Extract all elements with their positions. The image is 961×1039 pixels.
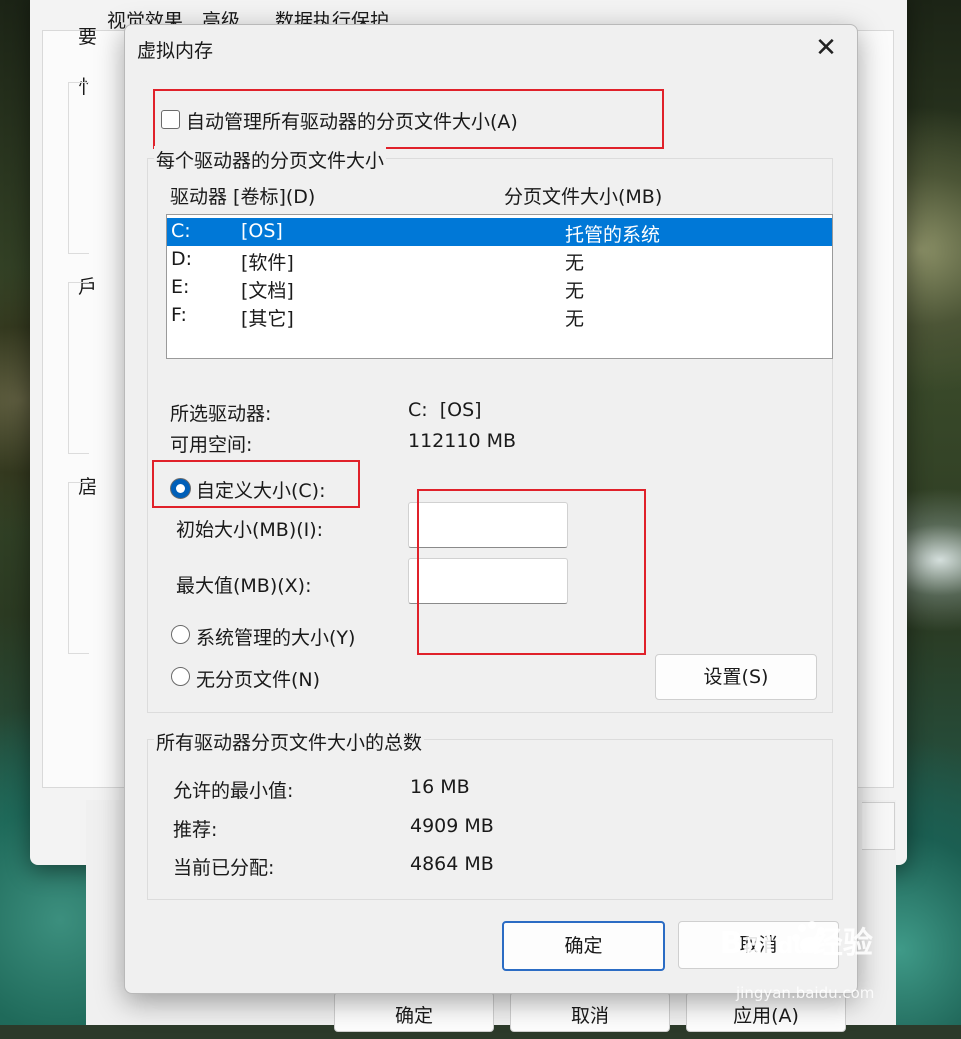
highlight-box — [152, 460, 360, 508]
highlight-box — [417, 489, 646, 655]
free-space-label: 可用空间: — [170, 434, 253, 456]
drive-size: 托管的系统 — [565, 224, 661, 246]
free-space-value: 112110 MB — [408, 430, 516, 452]
selected-drive-value: C: [OS] — [408, 399, 482, 421]
back-window-text-fragment: 要 — [78, 26, 98, 48]
system-managed-radio[interactable] — [171, 625, 190, 644]
drive-size: 无 — [565, 308, 585, 330]
drive-label: [其它] — [241, 308, 294, 330]
ok-button[interactable]: 确定 — [502, 921, 665, 971]
drive-label: [OS] — [241, 220, 283, 242]
drive-row-c[interactable]: C: [OS] 托管的系统 — [167, 218, 832, 246]
watermark-brand2: 经验 — [812, 926, 873, 961]
back-window-field-edge — [862, 802, 895, 850]
close-button[interactable]: ✕ — [806, 30, 846, 68]
highlight-box — [153, 89, 664, 149]
drive-column-header: 驱动器 [卷标](D) — [170, 186, 316, 208]
drive-size: 无 — [565, 252, 585, 274]
drive-row-f[interactable]: F: [其它] 无 — [167, 302, 832, 330]
watermark-du: du — [777, 934, 809, 959]
back-ok-button[interactable]: 确定 — [334, 992, 494, 1032]
drive-letter: D: — [171, 248, 193, 270]
watermark-brand: Bai — [720, 926, 774, 961]
set-button[interactable]: 设置(S) — [655, 654, 817, 700]
drive-row-e[interactable]: E: [文档] 无 — [167, 274, 832, 302]
min-size-label: 允许的最小值: — [173, 780, 294, 802]
min-size-value: 16 MB — [410, 776, 470, 798]
size-column-header: 分页文件大小(MB) — [504, 186, 663, 208]
back-window-group — [68, 482, 89, 654]
allocated-label: 当前已分配: — [173, 857, 275, 879]
drive-row-d[interactable]: D: [软件] 无 — [167, 246, 832, 274]
back-window-group — [68, 282, 89, 454]
drive-letter: E: — [171, 276, 190, 298]
no-paging-file-label[interactable]: 无分页文件(N) — [196, 665, 320, 692]
per-drive-group-legend: 每个驱动器的分页文件大小 — [154, 146, 387, 173]
drive-label: [软件] — [241, 252, 294, 274]
initial-size-label: 初始大小(MB)(I): — [176, 519, 324, 541]
back-window-group — [68, 82, 89, 254]
drive-letter: F: — [171, 304, 187, 326]
system-managed-label[interactable]: 系统管理的大小(Y) — [196, 623, 355, 650]
totals-group-legend: 所有驱动器分页文件大小的总数 — [154, 728, 425, 755]
back-cancel-button[interactable]: 取消 — [510, 992, 670, 1032]
close-icon: ✕ — [815, 33, 837, 63]
recommended-label: 推荐: — [173, 819, 218, 841]
watermark-url: jingyan.baidu.com — [736, 984, 875, 1002]
recommended-value: 4909 MB — [410, 815, 494, 837]
max-size-label: 最大值(MB)(X): — [176, 575, 312, 597]
dialog-title: 虚拟内存 — [137, 40, 214, 62]
drive-label: [文档] — [241, 280, 294, 302]
drive-letter: C: — [171, 220, 191, 242]
selected-drive-label: 所选驱动器: — [170, 403, 272, 425]
no-paging-file-radio[interactable] — [171, 667, 190, 686]
drive-list[interactable]: C: [OS] 托管的系统 D: [软件] 无 E: [文档] 无 F: [其它… — [166, 214, 833, 359]
baidu-watermark: Bai du 经验 — [720, 918, 873, 962]
drive-size: 无 — [565, 280, 585, 302]
allocated-value: 4864 MB — [410, 853, 494, 875]
